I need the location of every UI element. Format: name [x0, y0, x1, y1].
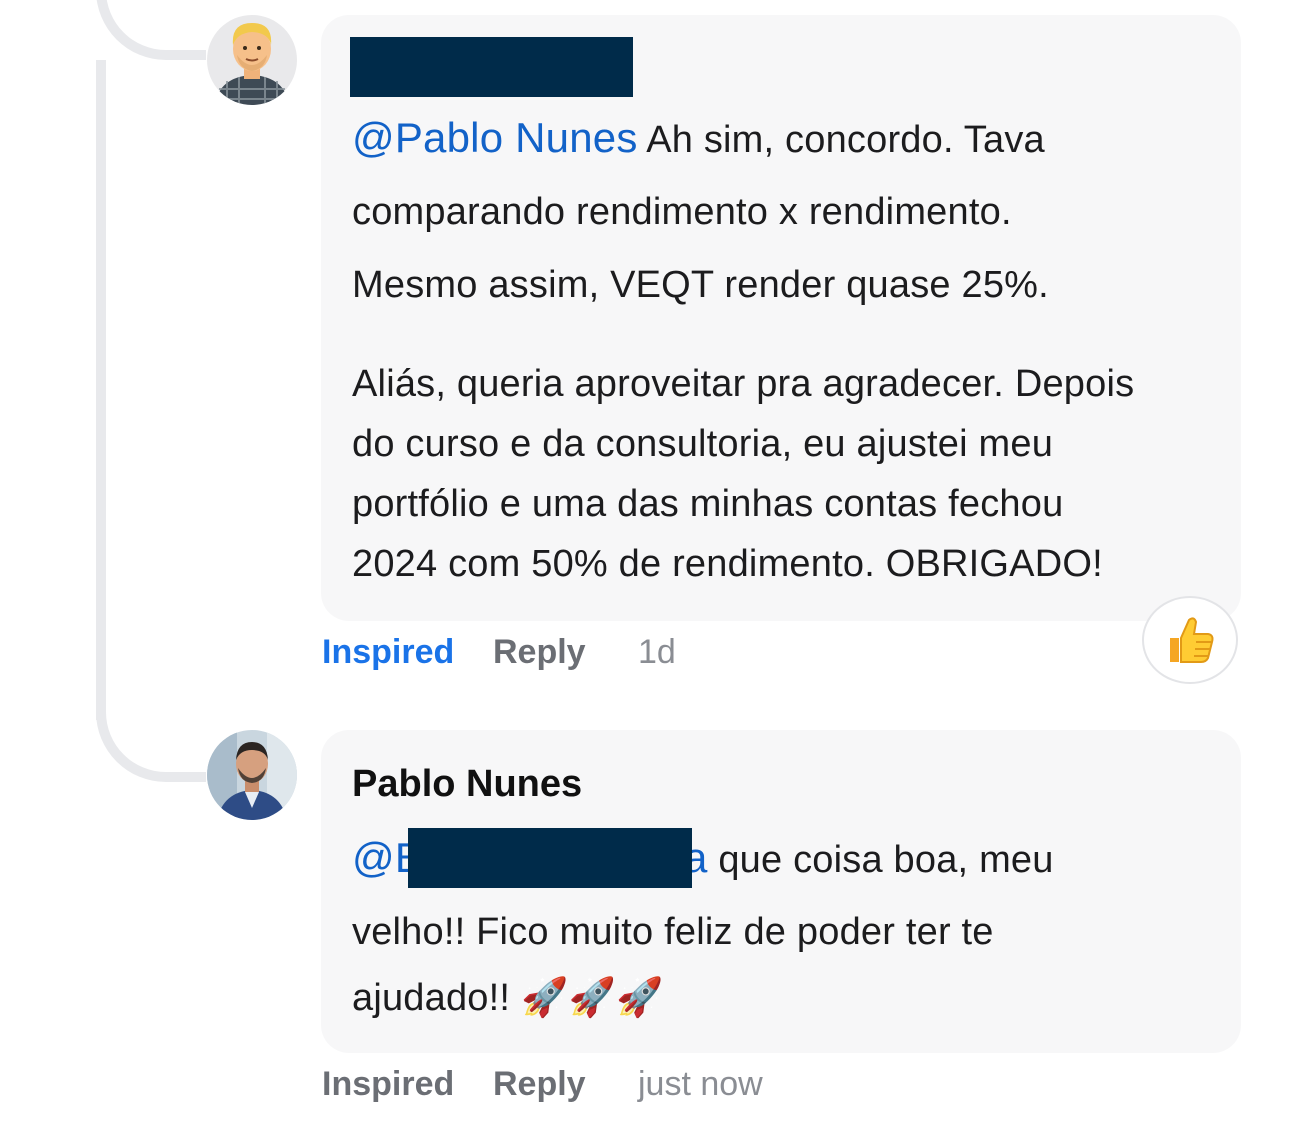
reaction-badge[interactable] [1142, 596, 1238, 684]
comment-body-line: do curso e da consultoria, eu ajustei me… [352, 423, 1054, 465]
comment-body-line: a que coisa boa, meu [684, 834, 1054, 881]
thread-connector [96, 0, 206, 60]
redacted-mention [408, 828, 692, 888]
thumbs-up-icon [1170, 617, 1214, 663]
thread-line [96, 60, 106, 720]
avatar-memoji-icon [207, 15, 297, 105]
thread-connector [96, 660, 206, 782]
timestamp: just now [638, 1065, 763, 1103]
comment-body-line: 2024 com 50% de rendimento. OBRIGADO! [352, 543, 1103, 585]
mention-link[interactable]: @Pablo Nunes [352, 114, 638, 161]
inspired-button[interactable]: Inspired [322, 1062, 454, 1106]
redacted-author-name [350, 37, 633, 97]
comment-body-line: velho!! Fico muito feliz de poder ter te [352, 911, 994, 953]
comment-body-line: @Pablo Nunes Ah sim, concordo. Tava [352, 114, 1045, 161]
comment-body-line: portfólio e uma das minhas contas fechou [352, 483, 1064, 525]
rocket-emoji: 🚀🚀🚀 [520, 977, 664, 1019]
avatar-photo-icon [207, 730, 297, 820]
avatar[interactable] [207, 730, 297, 820]
avatar[interactable] [207, 15, 297, 105]
inspired-button[interactable]: Inspired [322, 630, 454, 674]
reply-button[interactable]: Reply [493, 1062, 586, 1106]
comment-body-line: ajudado!! 🚀🚀🚀 [352, 977, 664, 1019]
comment-body-line: Mesmo assim, VEQT render quase 25%. [352, 264, 1049, 306]
comment-body-line: Aliás, queria aproveitar pra agradecer. … [352, 363, 1135, 405]
author-name[interactable]: Pablo Nunes [352, 758, 582, 810]
timestamp: 1d [638, 633, 676, 671]
comment-body-line: comparando rendimento x rendimento. [352, 191, 1012, 233]
reply-button[interactable]: Reply [493, 630, 586, 674]
